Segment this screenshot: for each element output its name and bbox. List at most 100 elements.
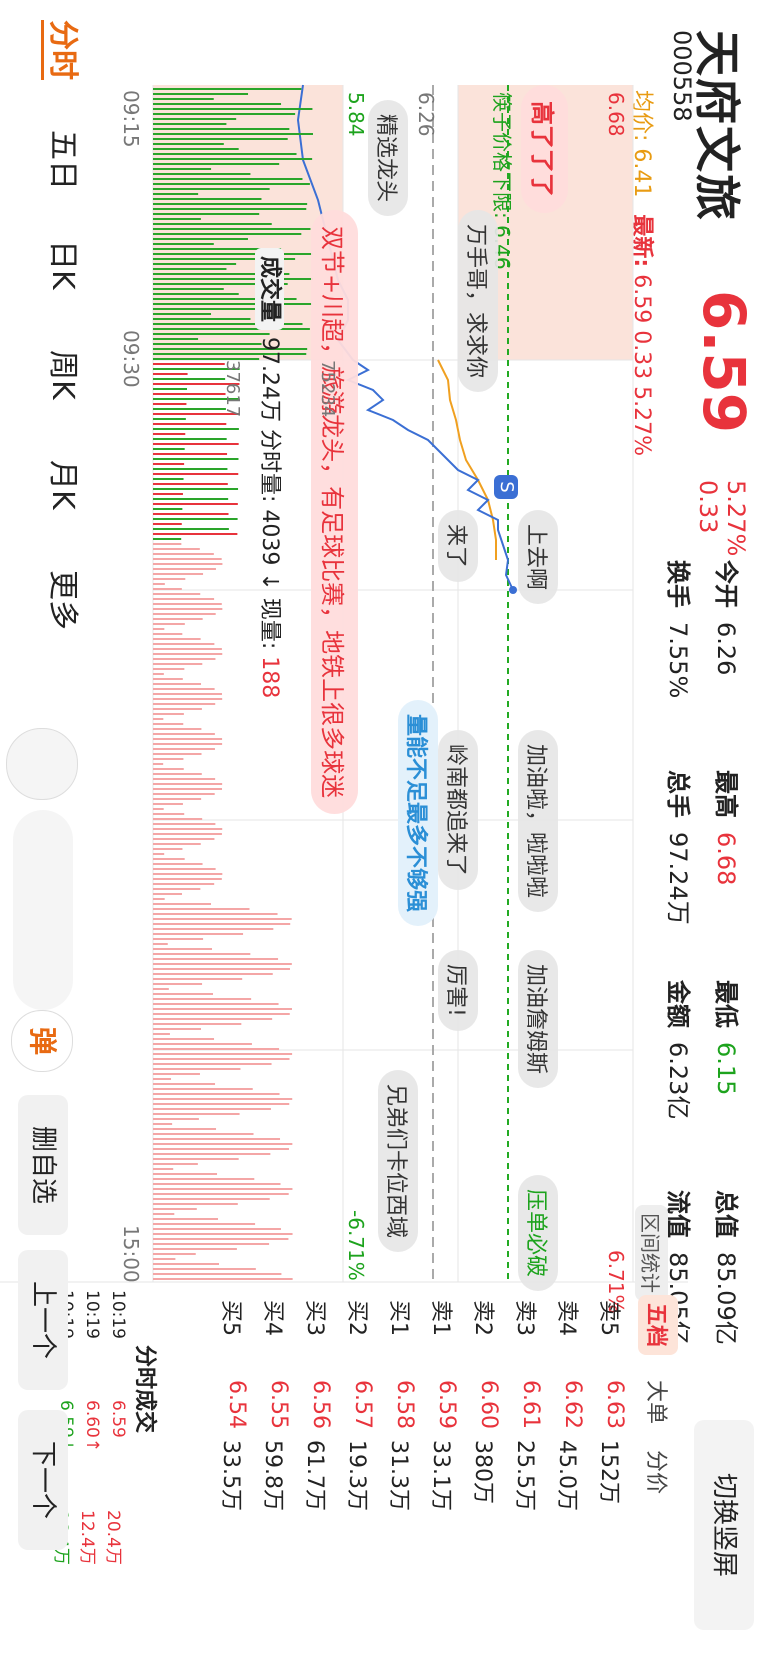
volume-bar	[153, 738, 223, 740]
volume-bar	[153, 858, 185, 860]
tab-period-1[interactable]: 五日	[44, 130, 88, 190]
tab-period-2[interactable]: 日K	[44, 240, 88, 290]
volume-bar	[153, 253, 313, 255]
volume-bar	[153, 483, 228, 485]
vol-mid-label: 37617	[222, 360, 243, 418]
volume-bar	[153, 1143, 293, 1145]
volume-bar	[153, 703, 216, 705]
volume-bar	[152, 143, 224, 145]
volume-bar	[152, 913, 278, 915]
volume-bar	[152, 923, 291, 925]
buy-row: 买5 6.54 33.5万	[217, 1295, 255, 1645]
volume-bar	[153, 1073, 200, 1075]
tab-dadan[interactable]: 大单	[642, 1380, 674, 1424]
danmu-bubble: 加油詹姆斯	[518, 950, 558, 1089]
volume-bar	[152, 503, 238, 505]
tab-period-4[interactable]: 月K	[44, 460, 88, 510]
volume-bar	[152, 148, 239, 150]
price-high-label: 6.68	[604, 92, 628, 137]
sell-label: 卖4	[554, 1300, 579, 1336]
volume-bar	[153, 898, 165, 900]
volume-bar	[153, 863, 203, 865]
sell-row: 卖5 6.63 152万	[595, 1295, 633, 1645]
volume-bar	[152, 183, 310, 185]
volume-bar	[152, 1113, 240, 1115]
danmu-settings-icon[interactable]	[6, 728, 78, 800]
volume-bar	[152, 953, 251, 955]
volume-bar	[153, 698, 223, 700]
tab-period-5[interactable]: 更多	[44, 570, 88, 630]
sell-vol: 45.0万	[554, 1440, 579, 1511]
volume-bar	[153, 1123, 173, 1125]
danmu-blue: 量能不足最多不够强	[398, 700, 438, 927]
volume-bar	[152, 1268, 256, 1270]
now-label: 现量:	[257, 597, 282, 650]
volume-bar	[153, 188, 270, 190]
buy-label: 买5	[218, 1300, 243, 1336]
buy-label: 买2	[344, 1300, 369, 1336]
volume-bar	[153, 133, 313, 135]
volume-bar	[153, 1278, 293, 1280]
volume-bar	[153, 688, 215, 690]
volume-bar	[153, 833, 222, 835]
sell-label: 卖3	[512, 1300, 537, 1336]
volume-bar	[153, 933, 244, 935]
volume-bar	[153, 938, 204, 940]
volume-bar	[152, 813, 185, 815]
volume-bar	[153, 918, 292, 920]
volume-bar	[153, 1263, 220, 1265]
volume-bar	[152, 508, 183, 510]
volume-bar	[152, 533, 238, 535]
tick-price: 6.60↑	[82, 1400, 102, 1453]
volume-bar	[153, 223, 272, 225]
volume-bar	[153, 108, 313, 110]
volume-bar	[152, 558, 222, 560]
volume-bar	[153, 663, 203, 665]
volume-bar	[153, 343, 262, 345]
volume-bar	[152, 878, 222, 880]
delete-watchlist-button[interactable]: 删自选	[18, 1095, 68, 1235]
volume-bar	[152, 1243, 270, 1245]
volume-bar	[153, 928, 274, 930]
volume-bar	[153, 498, 229, 500]
vol-max-label: 75234	[317, 360, 338, 418]
volume-bar	[153, 1248, 237, 1250]
volume-bar	[153, 743, 223, 745]
volume-bar	[153, 203, 308, 205]
time-label-1500: 15:00	[119, 1225, 143, 1283]
s-marker[interactable]: S	[494, 475, 518, 499]
volume-bar	[153, 103, 282, 105]
buy-row: 买4 6.55 59.8万	[259, 1295, 297, 1645]
tab-period-3[interactable]: 周K	[44, 350, 88, 400]
sell-row: 卖4 6.62 45.0万	[553, 1295, 591, 1645]
volume-selector[interactable]: 成交量	[255, 248, 284, 331]
volume-bar	[153, 998, 252, 1000]
next-button[interactable]: 下一个	[18, 1410, 68, 1550]
sell-label: 卖2	[470, 1300, 495, 1336]
prev-button[interactable]: 上一个	[18, 1250, 68, 1390]
volume-bar	[153, 1013, 290, 1015]
volume-bar	[152, 193, 199, 195]
tab-period-0[interactable]: 分时	[41, 20, 88, 80]
volume-bar	[152, 358, 260, 360]
sell-price: 6.61	[518, 1380, 543, 1429]
volume-bar	[153, 1193, 289, 1195]
volume-bar	[153, 823, 216, 825]
danmu-bubble: 万手哥，求求你	[458, 210, 498, 393]
tab-fenjia[interactable]: 分价	[642, 1450, 674, 1494]
danmu-input[interactable]	[13, 810, 73, 1010]
volume-bar	[153, 423, 227, 425]
danmu-toggle-icon[interactable]: 弹	[11, 1010, 73, 1072]
volume-bar	[152, 723, 184, 725]
tab-wudang[interactable]: 五档	[638, 1295, 678, 1356]
volume-bar	[153, 548, 200, 550]
ticks-title[interactable]: 分时成交	[131, 1345, 163, 1433]
volume-bar	[152, 708, 202, 710]
volume-bar	[152, 1228, 281, 1230]
danmu-bubble: 上去啊	[518, 510, 558, 605]
volume-bar	[152, 1118, 199, 1120]
danmu-bubble: 来了	[438, 510, 478, 583]
volume-bar	[152, 513, 229, 515]
buy-row: 买1 6.58 31.3万	[385, 1295, 423, 1645]
volume-bar	[152, 1018, 273, 1020]
